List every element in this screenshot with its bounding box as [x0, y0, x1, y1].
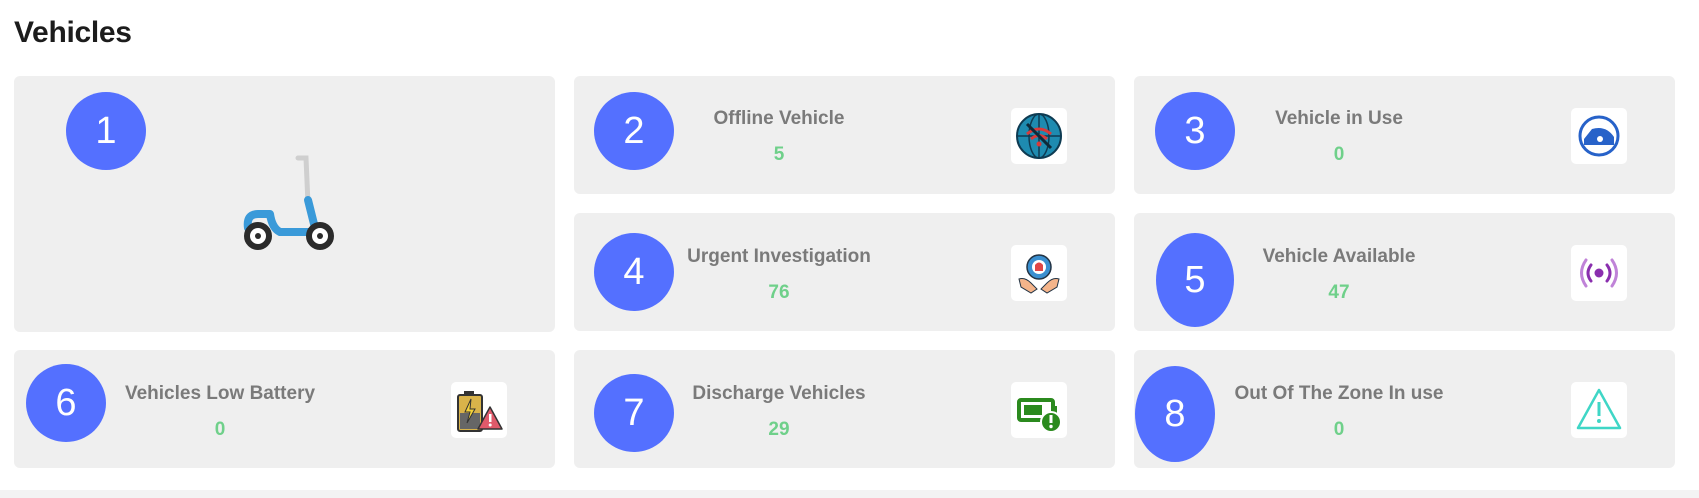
bottom-divider: [0, 490, 1699, 498]
card-label: Out Of The Zone In use: [1234, 383, 1444, 404]
icon-box: [1011, 108, 1067, 164]
icon-box: [451, 382, 507, 438]
card-number-badge: 1: [66, 92, 146, 170]
scooter-card[interactable]: 1: [14, 76, 555, 332]
vehicles-dashboard: Vehicles 1 2 Offline Vehicle 5 3 Vehicle…: [0, 0, 1699, 498]
battery-warning-icon: [457, 391, 503, 432]
card-label: Vehicles Low Battery: [124, 383, 316, 404]
vehicle-in-use-icon: [1578, 115, 1620, 157]
icon-box: [1011, 382, 1067, 438]
scooter-icon: [243, 155, 334, 250]
card-label: Vehicle Available: [1262, 246, 1416, 267]
signal-broadcast-icon: [1580, 258, 1618, 288]
card-label: Discharge Vehicles: [692, 383, 866, 404]
card-value: 29: [768, 419, 790, 440]
card-value: 5: [773, 144, 785, 165]
card-number-badge: 7: [594, 374, 674, 452]
card-value: 0: [1333, 419, 1345, 440]
card-number-badge: 6: [26, 364, 106, 442]
card-number-badge: 5: [1156, 233, 1234, 327]
icon-box: [1571, 382, 1627, 438]
vehicle-available-card[interactable]: 5 Vehicle Available 47: [1134, 213, 1675, 331]
card-value: 0: [1333, 144, 1345, 165]
urgent-investigation-card[interactable]: 4 Urgent Investigation 76: [574, 213, 1115, 331]
card-value: 47: [1328, 282, 1350, 303]
card-number-badge: 2: [594, 92, 674, 170]
siren-gear-hands-icon: [1018, 254, 1060, 294]
card-label: Offline Vehicle: [713, 108, 845, 129]
out-of-zone-card[interactable]: 8 Out Of The Zone In use 0: [1134, 350, 1675, 468]
icon-box: [1571, 245, 1627, 301]
card-label: Urgent Investigation: [687, 246, 871, 267]
battery-alert-icon: [1017, 398, 1062, 433]
page-title: Vehicles: [14, 16, 132, 49]
icon-box: [1571, 108, 1627, 164]
low-battery-card[interactable]: 6 Vehicles Low Battery 0: [14, 350, 555, 468]
card-value: 76: [768, 282, 790, 303]
card-number-badge: 3: [1155, 92, 1235, 170]
offline-vehicle-card[interactable]: 2 Offline Vehicle 5: [574, 76, 1115, 194]
vehicle-in-use-card[interactable]: 3 Vehicle in Use 0: [1134, 76, 1675, 194]
card-number-badge: 4: [594, 233, 674, 311]
icon-box: [1011, 245, 1067, 301]
card-label: Vehicle in Use: [1275, 108, 1403, 129]
wifi-off-globe-icon: [1016, 113, 1062, 159]
warning-triangle-icon: [1576, 388, 1622, 430]
card-number-badge: 8: [1135, 366, 1215, 462]
card-value: 0: [214, 419, 226, 440]
discharge-vehicles-card[interactable]: 7 Discharge Vehicles 29: [574, 350, 1115, 468]
